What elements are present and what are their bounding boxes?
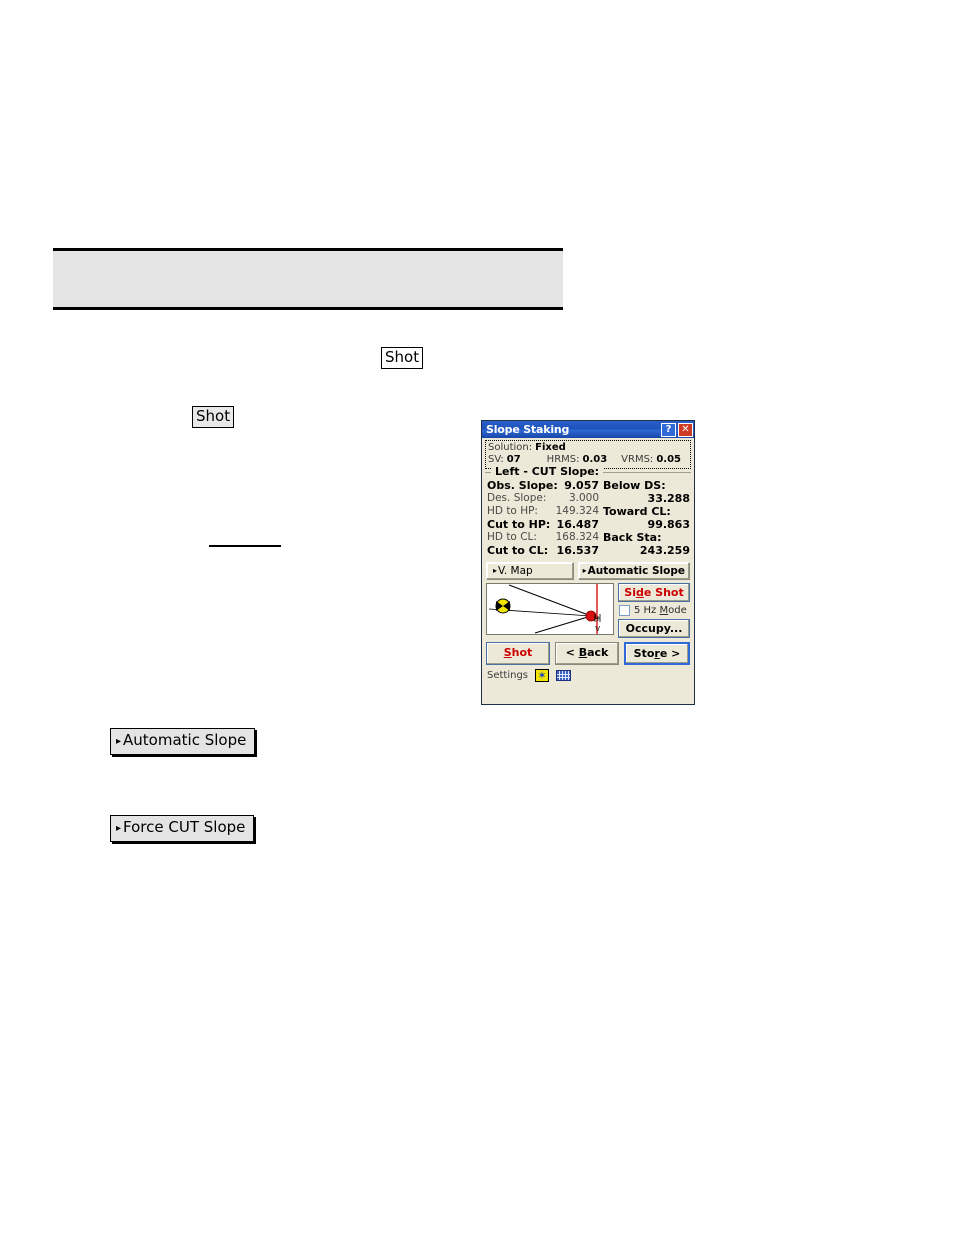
note-box [53, 248, 563, 310]
five-hz-mode-row[interactable]: 5 Hz Mode [618, 605, 690, 616]
row-value: 16.487 [556, 518, 599, 531]
row-value: 3.000 [568, 492, 599, 504]
store-label-pre: Sto [633, 647, 655, 660]
triangle-icon: ▸ [116, 736, 122, 747]
vrms-value: 0.05 [656, 454, 681, 465]
below-ds-label: Below DS: [603, 479, 666, 492]
side-controls: Side Shot 5 Hz Mode Occupy... [618, 583, 690, 638]
slope-graphic[interactable]: H V [486, 583, 614, 635]
row-label: Cut to HP: [487, 518, 551, 531]
below-ds-value: 33.288 [647, 492, 690, 505]
survey-target-icon [495, 598, 511, 614]
window-title: Slope Staking [486, 423, 570, 436]
shot-accelerator: S [503, 646, 512, 659]
row-label: HD to HP: [487, 505, 538, 517]
back-button[interactable]: < Back [555, 642, 619, 665]
automatic-slope-label: Automatic Slope [587, 565, 685, 577]
triangle-icon: ▸ [493, 566, 498, 575]
five-hz-label-post: ode [668, 605, 687, 616]
groupbox-legend: Left - CUT Slope: [491, 465, 604, 478]
solution-value: Fixed [535, 442, 566, 453]
slope-groupbox: Left - CUT Slope: Obs. Slope: 9.057 Des.… [485, 465, 691, 559]
v-map-button[interactable]: ▸V. Map [486, 562, 574, 580]
secondary-button-row: ▸V. Map ▸Automatic Slope [486, 562, 690, 580]
triangle-icon: ▸ [116, 823, 122, 834]
table-row: HD to HP: 149.324 [487, 505, 599, 518]
five-hz-mode-label: 5 Hz Mode [634, 605, 687, 616]
table-row: Cut to HP: 16.487 [487, 518, 599, 531]
inline-key-shot-1[interactable]: Shot [381, 347, 424, 369]
row-value: 9.057 [564, 479, 599, 492]
vrms-label: VRMS: [621, 454, 654, 465]
redaction-rule [209, 545, 281, 547]
keyboard-icon[interactable] [556, 670, 572, 681]
side-shot-button[interactable]: Side Shot [618, 583, 690, 602]
row-label: Obs. Slope: [487, 479, 558, 492]
row-label: Cut to CL: [487, 544, 549, 557]
close-icon[interactable]: ✕ [678, 422, 693, 437]
solution-row: Solution: Fixed [488, 442, 688, 454]
five-hz-label-pre: 5 Hz [634, 605, 660, 616]
back-label-pre: < [565, 646, 579, 659]
row-value: 149.324 [555, 505, 599, 517]
table-row: Cut to CL: 16.537 [487, 544, 599, 557]
occupy-button[interactable]: Occupy... [618, 619, 690, 638]
primary-button-row: Shot < Back Store > [486, 642, 690, 665]
slope-staking-window: Slope Staking ? ✕ Solution: Fixed SV: 07… [481, 420, 695, 705]
store-label-post: e > [659, 647, 681, 660]
document-page: Shot Shot ▸ Automatic Slope ▸ Force CUT Sl… [0, 0, 954, 1235]
side-shot-label-pre: Si [624, 586, 636, 599]
solution-label: Solution: [488, 442, 533, 453]
table-row: HD to CL: 168.324 [487, 531, 599, 544]
star-icon[interactable]: ✶ [535, 669, 550, 682]
callout-label: Automatic Slope [123, 731, 247, 749]
back-sta-label: Back Sta: [603, 531, 662, 544]
five-hz-accelerator: M [659, 605, 669, 616]
v-axis-label: V [595, 625, 600, 633]
table-row: Des. Slope: 3.000 [487, 492, 599, 505]
graphic-and-controls: H V Side Shot 5 Hz Mode Occupy... [486, 583, 690, 638]
toward-cl-label: Toward CL: [603, 505, 671, 518]
readout-left-column: Obs. Slope: 9.057 Des. Slope: 3.000 HD t… [487, 479, 599, 557]
readout-right-column: Below DS: 33.288 Toward CL: 99.863 Back … [603, 479, 690, 557]
inline-key-shot-2[interactable]: Shot [192, 406, 235, 428]
callout-button-automatic-slope[interactable]: ▸ Automatic Slope [110, 728, 256, 755]
callout-label: Force CUT Slope [123, 818, 246, 836]
dialog-body: Solution: Fixed SV: 07 HRMS: 0.03 VRMS: … [482, 438, 694, 682]
help-button[interactable]: ? [661, 422, 676, 437]
back-accelerator: B [578, 646, 588, 659]
readout-area: Obs. Slope: 9.057 Des. Slope: 3.000 HD t… [485, 475, 691, 559]
side-shot-accelerator: d [635, 586, 644, 599]
triangle-icon: ▸ [582, 566, 587, 575]
row-label: Des. Slope: [487, 492, 547, 504]
slope-diagram-svg [488, 584, 601, 634]
store-button[interactable]: Store > [624, 642, 690, 665]
five-hz-mode-checkbox[interactable] [619, 605, 630, 616]
table-row: Obs. Slope: 9.057 [487, 479, 599, 492]
row-label: HD to CL: [487, 531, 537, 543]
row-value: 168.324 [555, 531, 599, 543]
side-shot-label-post: e Shot [643, 586, 684, 599]
toward-cl-value: 99.863 [647, 518, 690, 531]
shot-button[interactable]: Shot [486, 642, 550, 665]
callout-button-force-cut-slope[interactable]: ▸ Force CUT Slope [110, 815, 255, 842]
row-value: 16.537 [556, 544, 599, 557]
back-label-post: ack [587, 646, 609, 659]
v-map-label: V. Map [498, 565, 533, 577]
settings-bar: Settings ✶ [487, 669, 690, 682]
h-axis-label: H [593, 615, 599, 623]
automatic-slope-button[interactable]: ▸Automatic Slope [577, 562, 690, 580]
shot-label-post: hot [511, 646, 533, 659]
back-sta-value: 243.259 [639, 544, 690, 557]
title-bar: Slope Staking ? ✕ [482, 421, 694, 438]
settings-label: Settings [487, 670, 529, 681]
